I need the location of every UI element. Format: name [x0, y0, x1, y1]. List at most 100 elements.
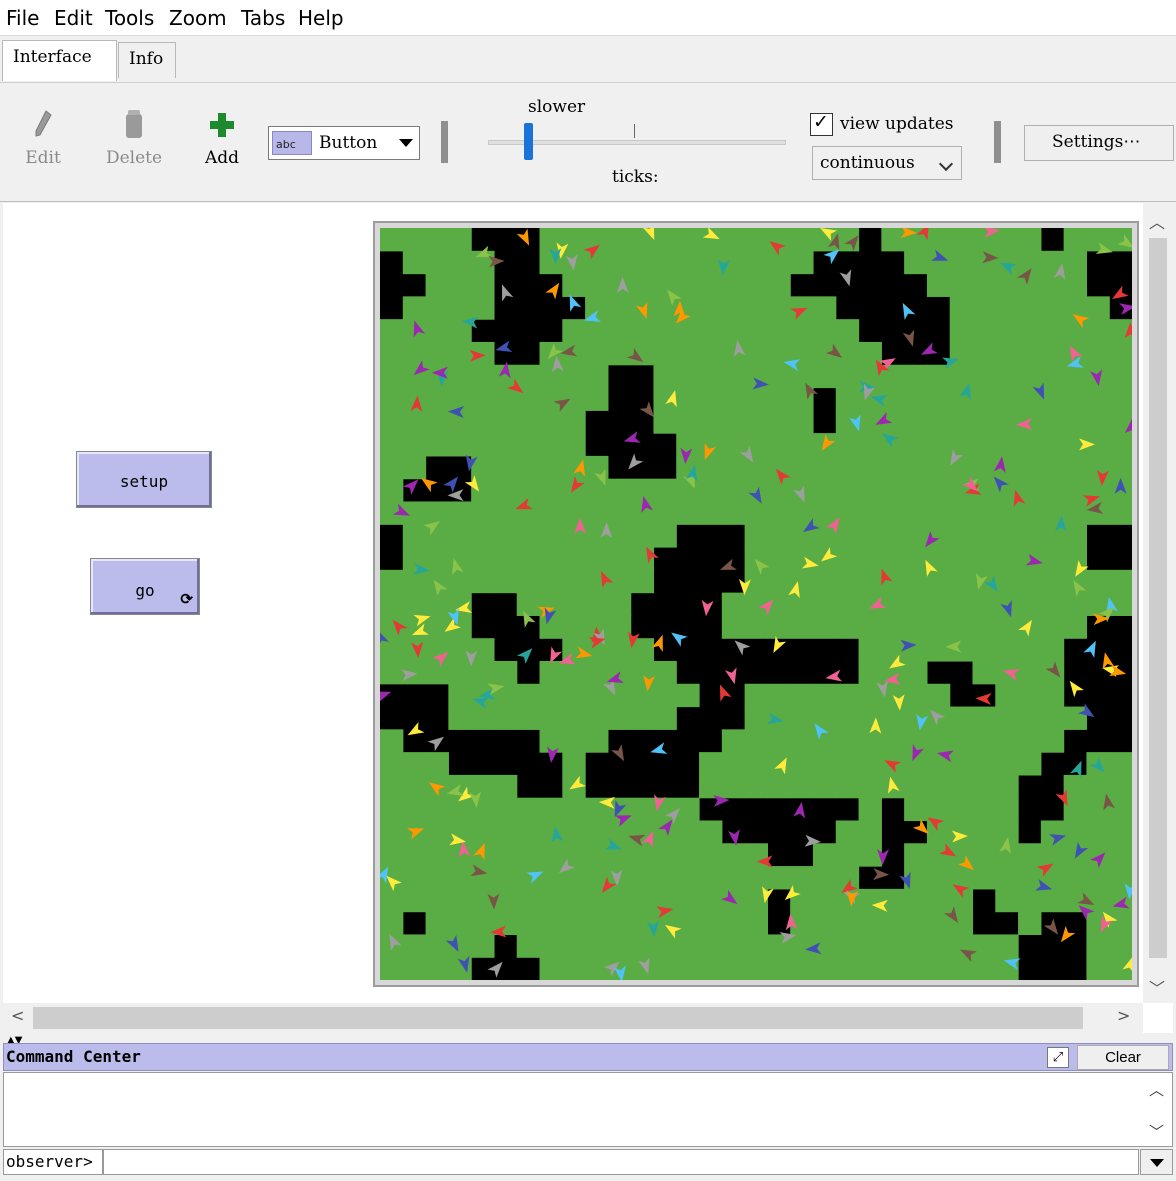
grass-patch: [744, 501, 768, 525]
grass-patch: [471, 387, 495, 411]
grass-patch: [744, 250, 768, 275]
grass-patch: [1109, 364, 1132, 389]
menu-file[interactable]: File: [6, 6, 39, 30]
grass-patch: [402, 866, 427, 890]
grass-patch: [744, 774, 768, 799]
grass-patch: [926, 592, 951, 616]
grass-patch: [493, 866, 518, 890]
scroll-right-icon[interactable]: >: [1117, 1006, 1130, 1025]
grass-patch: [904, 957, 928, 980]
grass-patch: [562, 888, 586, 913]
settings-button[interactable]: Settings⋯: [1024, 125, 1174, 161]
command-input[interactable]: [103, 1149, 1139, 1175]
grass-patch: [380, 729, 404, 753]
grass-patch: [562, 729, 586, 753]
tab-info[interactable]: Info: [118, 42, 176, 78]
clear-button[interactable]: Clear: [1077, 1045, 1169, 1070]
grass-patch: [585, 957, 609, 980]
grass-patch: [676, 478, 700, 503]
grass-patch: [402, 592, 427, 616]
turtle: [487, 961, 503, 978]
view-updates-checkbox[interactable]: ✓: [810, 111, 833, 136]
grass-patch: [1040, 706, 1065, 730]
grass-patch: [812, 843, 837, 867]
turtle: [825, 669, 843, 682]
update-mode-select[interactable]: continuous: [812, 146, 962, 180]
menu-zoom[interactable]: Zoom: [169, 6, 227, 30]
menu-tabs[interactable]: Tabs: [241, 6, 285, 30]
scroll-down-icon[interactable]: ﹀: [1149, 975, 1165, 999]
world-view[interactable]: [380, 228, 1132, 980]
command-output[interactable]: ︿ ﹀: [3, 1072, 1173, 1147]
horizontal-scrollbar[interactable]: < >: [3, 1003, 1143, 1033]
speed-slider-thumb[interactable]: [524, 123, 533, 160]
grass-patch: [744, 706, 768, 730]
grass-patch: [721, 615, 746, 639]
scroll-up-icon[interactable]: ︿: [1149, 209, 1165, 233]
agent-type-label[interactable]: observer>: [3, 1149, 103, 1175]
setup-button[interactable]: setup: [76, 451, 212, 508]
grass-patch: [607, 638, 632, 662]
vertical-scroll-thumb[interactable]: [1149, 238, 1167, 958]
output-scroll-up-icon[interactable]: ︿: [1149, 1079, 1164, 1100]
grass-patch: [812, 888, 837, 913]
grass-patch: [425, 615, 449, 639]
grass-patch: [539, 455, 563, 480]
grass-patch: [835, 524, 860, 548]
grass-patch: [721, 228, 746, 252]
grass-patch: [972, 729, 996, 753]
grass-patch: [744, 615, 768, 639]
grass-patch: [471, 820, 495, 844]
grass-patch: [516, 478, 541, 503]
widget-type-select[interactable]: abc Button: [268, 126, 420, 160]
menu-tools[interactable]: Tools: [105, 6, 154, 30]
go-button[interactable]: go ⟳: [90, 558, 200, 615]
grass-patch: [835, 501, 860, 525]
expand-icon[interactable]: ⤢: [1047, 1047, 1069, 1068]
grass-patch: [721, 273, 746, 297]
grass-patch: [744, 957, 768, 980]
vertical-scrollbar[interactable]: ︿ ﹀: [1143, 203, 1173, 1003]
grass-patch: [835, 455, 860, 480]
grass-patch: [676, 911, 700, 936]
menu-help[interactable]: Help: [298, 6, 344, 30]
grass-patch: [835, 478, 860, 503]
grass-patch: [562, 433, 586, 457]
grass-patch: [425, 866, 449, 890]
add-button[interactable]: Add: [200, 109, 244, 168]
grass-patch: [1063, 250, 1088, 275]
turtle: [902, 329, 915, 347]
grass-patch: [471, 296, 495, 320]
grass-patch: [949, 797, 974, 822]
horizontal-scroll-thumb[interactable]: [33, 1007, 1083, 1029]
grass-patch: [699, 341, 723, 366]
grass-patch: [904, 615, 928, 639]
output-scroll-down-icon[interactable]: ﹀: [1149, 1121, 1164, 1142]
grass-patch: [1040, 592, 1065, 616]
menu-edit[interactable]: Edit: [54, 6, 93, 30]
grass-patch: [858, 455, 882, 480]
grass-patch: [1018, 706, 1042, 730]
grass-patch: [699, 957, 723, 980]
delete-button[interactable]: Delete: [100, 109, 168, 168]
tab-interface[interactable]: Interface: [2, 40, 117, 81]
scroll-left-icon[interactable]: <: [11, 1006, 24, 1025]
grass-patch: [676, 843, 700, 867]
grass-patch: [516, 364, 541, 389]
grass-patch: [790, 433, 814, 457]
grass-patch: [858, 660, 882, 685]
grass-patch: [471, 774, 495, 799]
grass-patch: [995, 934, 1019, 958]
command-history-dropdown[interactable]: [1140, 1149, 1173, 1175]
grass-patch: [1109, 820, 1132, 844]
grass-patch: [904, 250, 928, 275]
grass-patch: [516, 569, 541, 594]
edit-button[interactable]: Edit: [18, 109, 68, 168]
grass-patch: [835, 706, 860, 730]
grass-patch: [1086, 569, 1110, 594]
grass-patch: [1109, 957, 1132, 980]
grass-patch: [630, 866, 655, 890]
grass-patch: [972, 524, 996, 548]
grass-patch: [585, 501, 609, 525]
grass-patch: [1109, 843, 1132, 867]
